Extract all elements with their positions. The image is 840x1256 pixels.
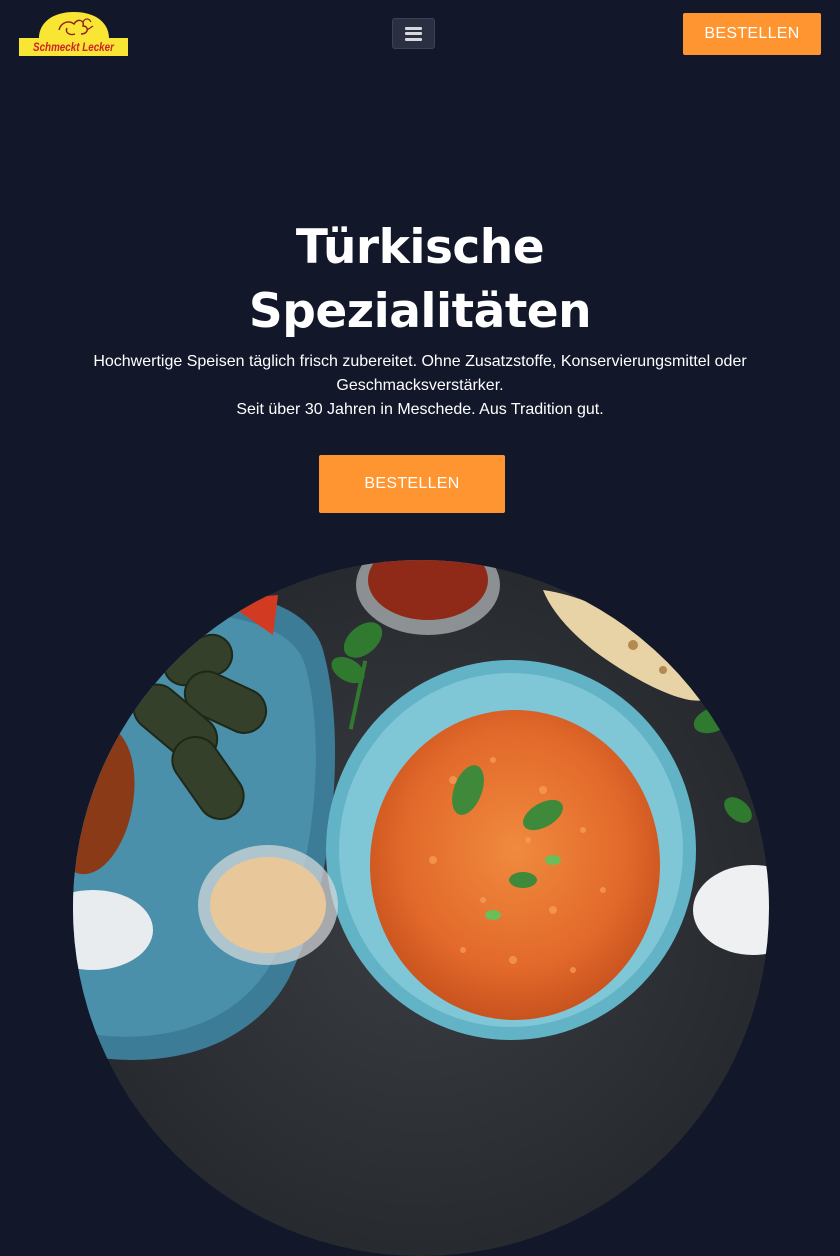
food-image <box>73 560 769 1256</box>
hero-subtitle-line2: Seit über 30 Jahren in Meschede. Aus Tra… <box>236 401 604 418</box>
hero-title-line1: Türkische <box>295 220 545 275</box>
order-button-header[interactable]: BESTELLEN <box>683 13 821 55</box>
brand-logo[interactable]: Schmeckt Lecker <box>19 12 128 57</box>
svg-text:Schmeckt Lecker: Schmeckt Lecker <box>33 41 115 54</box>
hero-title: Türkische Spezialitäten <box>0 216 840 344</box>
menu-toggle-button[interactable] <box>392 18 435 49</box>
hamburger-icon <box>405 26 422 41</box>
site-header: Schmeckt Lecker BESTELLEN <box>0 0 840 80</box>
order-button-hero[interactable]: BESTELLEN <box>319 455 505 513</box>
hero-title-line2: Spezialitäten <box>248 284 592 339</box>
hero-subtitle-line1: Hochwertige Speisen täglich frisch zuber… <box>93 353 747 394</box>
hero-subtitle: Hochwertige Speisen täglich frisch zuber… <box>80 350 760 422</box>
